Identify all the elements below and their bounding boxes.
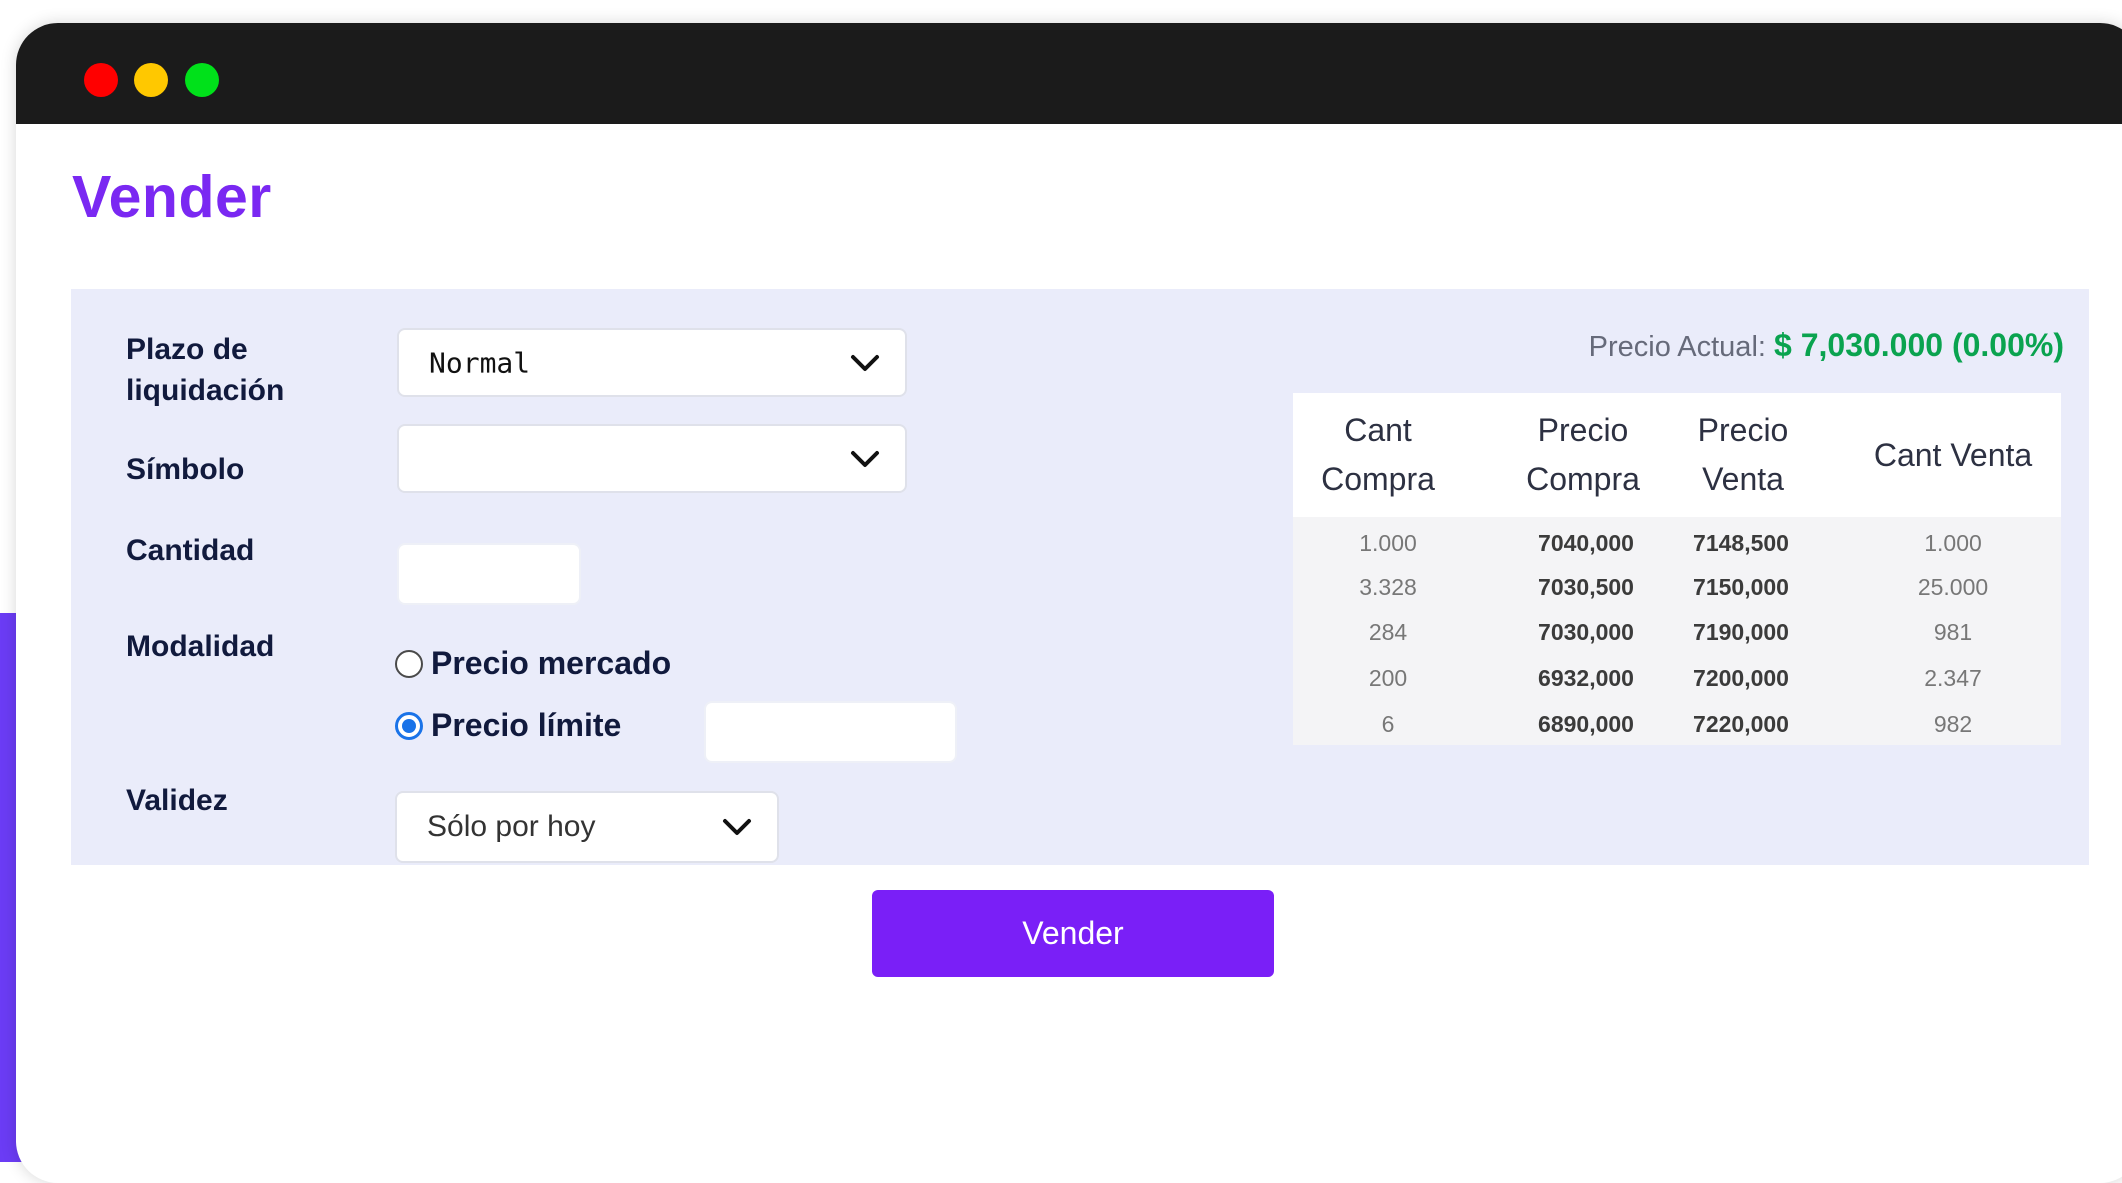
order-book-table: Cant Compra Precio Compra Precio Venta C… (1293, 393, 2061, 745)
column-header-cant-venta: Cant Venta (1873, 436, 2033, 473)
plazo-label: Plazo de liquidación (126, 333, 285, 407)
column-header-precio-compra: Precio Compra (1526, 412, 1640, 497)
radio-precio-limite[interactable]: Precio límite (395, 707, 621, 744)
column-header-precio-venta: Precio Venta (1697, 412, 1789, 497)
chevron-down-icon (723, 819, 751, 835)
table-cell: 7030,000 (1538, 619, 1634, 645)
chevron-down-icon (851, 354, 879, 371)
table-cell: 6 (1381, 711, 1395, 737)
validez-label: Validez (126, 784, 228, 817)
chevron-down-icon (851, 450, 879, 467)
page-title: Vender (72, 164, 272, 230)
simbolo-select[interactable] (397, 424, 907, 493)
order-book-header: Cant Compra Precio Compra Precio Venta C… (1293, 393, 2061, 517)
modalidad-label: Modalidad (126, 630, 275, 663)
table-cell: 982 (1933, 711, 1973, 737)
cantidad-input[interactable] (397, 543, 581, 605)
radio-precio-mercado[interactable]: Precio mercado (395, 645, 671, 682)
sell-button[interactable]: Vender (872, 890, 1274, 977)
close-window-button[interactable] (84, 63, 118, 97)
table-cell: 7030,500 (1538, 574, 1634, 600)
table-cell: 1.000 (1924, 530, 1982, 556)
window-titlebar (16, 23, 2122, 124)
table-cell: 7190,000 (1693, 619, 1789, 645)
validez-select-value: Sólo por hoy (427, 810, 596, 843)
maximize-window-button[interactable] (185, 63, 219, 97)
table-cell: 7220,000 (1693, 711, 1789, 737)
plazo-select[interactable]: Normal (397, 328, 907, 397)
precio-limite-label: Precio límite (431, 707, 622, 743)
table-cell: 7200,000 (1693, 665, 1789, 691)
table-cell: 7150,000 (1693, 574, 1789, 600)
validez-select[interactable]: Sólo por hoy (395, 791, 779, 863)
table-cell: 6932,000 (1538, 665, 1634, 691)
plazo-select-value: Normal (429, 346, 531, 379)
precio-mercado-label: Precio mercado (431, 645, 672, 681)
simbolo-label: Símbolo (126, 453, 245, 486)
table-cell: 6890,000 (1538, 711, 1634, 737)
current-price-value: $ 7,030.000 (0.00%) (1774, 327, 2064, 363)
table-cell: 25.000 (1917, 574, 1989, 600)
current-price-label: Precio Actual: (1588, 331, 1766, 363)
current-price: Precio Actual: $ 7,030.000 (0.00%) (1589, 327, 2064, 364)
cantidad-label: Cantidad (126, 534, 255, 567)
table-cell: 981 (1933, 619, 1973, 645)
table-cell: 284 (1368, 619, 1408, 645)
radio-icon[interactable] (395, 711, 423, 740)
table-cell: 7148,500 (1693, 530, 1789, 556)
table-cell: 1.000 (1359, 530, 1417, 556)
table-cell: 7040,000 (1538, 530, 1634, 556)
browser-window: Vender Plazo de liquidación Normal Símbo… (16, 23, 2122, 1183)
column-header-cant-compra: Cant Compra (1321, 412, 1435, 497)
limit-price-input[interactable] (704, 701, 957, 763)
minimize-window-button[interactable] (134, 63, 168, 97)
table-cell: 2.347 (1924, 665, 1982, 691)
table-cell: 200 (1368, 665, 1408, 691)
sell-order-panel: Plazo de liquidación Normal Símbolo Cant… (71, 289, 2089, 865)
radio-icon[interactable] (395, 649, 423, 678)
table-cell: 3.328 (1359, 574, 1417, 600)
